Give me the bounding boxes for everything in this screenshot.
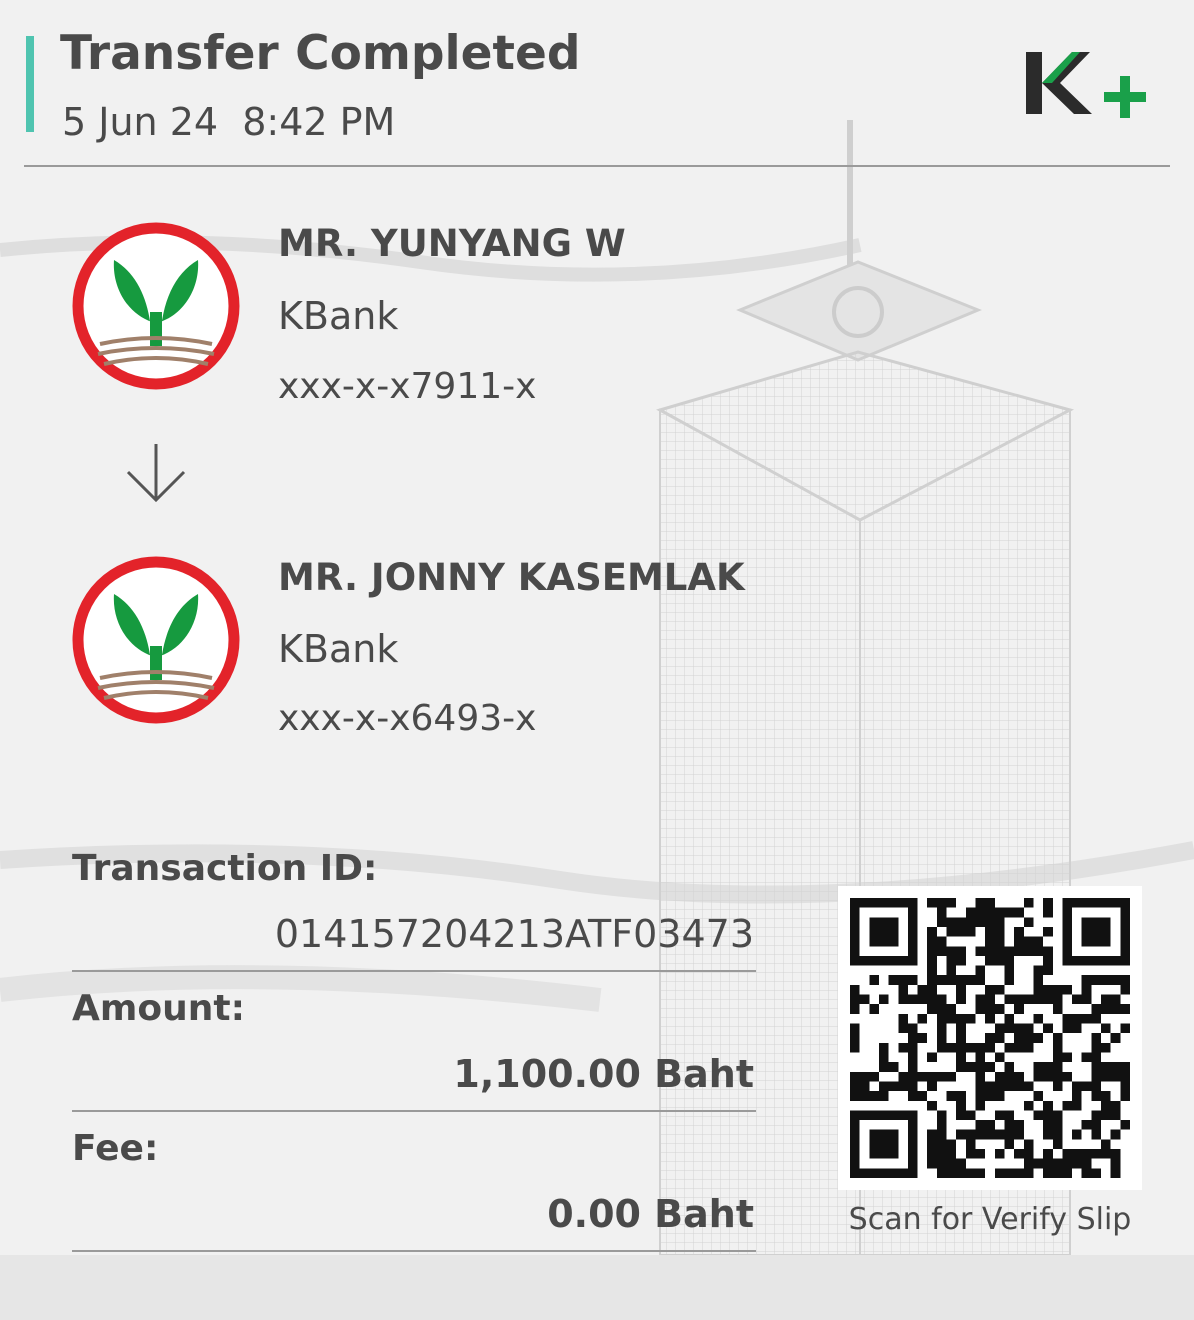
receiver-name: MR. JONNY KASEMLAK <box>278 556 745 599</box>
amount-label: Amount: <box>72 988 245 1029</box>
transaction-datetime: 5 Jun 24 8:42 PM <box>62 100 396 144</box>
kbank-logo-icon <box>72 222 240 390</box>
arrow-down-icon <box>126 444 186 503</box>
qr-container <box>838 886 1142 1190</box>
transfer-slip: Transfer Completed 5 Jun 24 8:42 PM MR. … <box>0 0 1194 1255</box>
transaction-id-value: 014157204213ATF03473 <box>274 912 754 956</box>
sender-name: MR. YUNYANG W <box>278 222 626 265</box>
sender-account: xxx-x-x7911-x <box>278 366 537 407</box>
header-divider <box>24 165 1170 167</box>
receiver-account: xxx-x-x6493-x <box>278 698 537 739</box>
kbank-logo-icon <box>72 556 240 724</box>
fee-value: 0.00 Baht <box>547 1192 754 1236</box>
sender-bank: KBank <box>278 294 399 338</box>
receiver-bank: KBank <box>278 627 399 671</box>
divider <box>72 1250 756 1252</box>
amount-value: 1,100.00 Baht <box>453 1052 754 1096</box>
transaction-id-label: Transaction ID: <box>72 848 378 889</box>
qr-code-icon[interactable] <box>850 898 1130 1178</box>
kplus-logo <box>1026 52 1146 118</box>
qr-caption: Scan for Verify Slip <box>848 1202 1132 1237</box>
divider <box>72 1110 756 1112</box>
page-title: Transfer Completed <box>60 26 581 81</box>
header-accent-bar <box>26 36 34 132</box>
fee-label: Fee: <box>72 1128 159 1169</box>
divider <box>72 970 756 972</box>
